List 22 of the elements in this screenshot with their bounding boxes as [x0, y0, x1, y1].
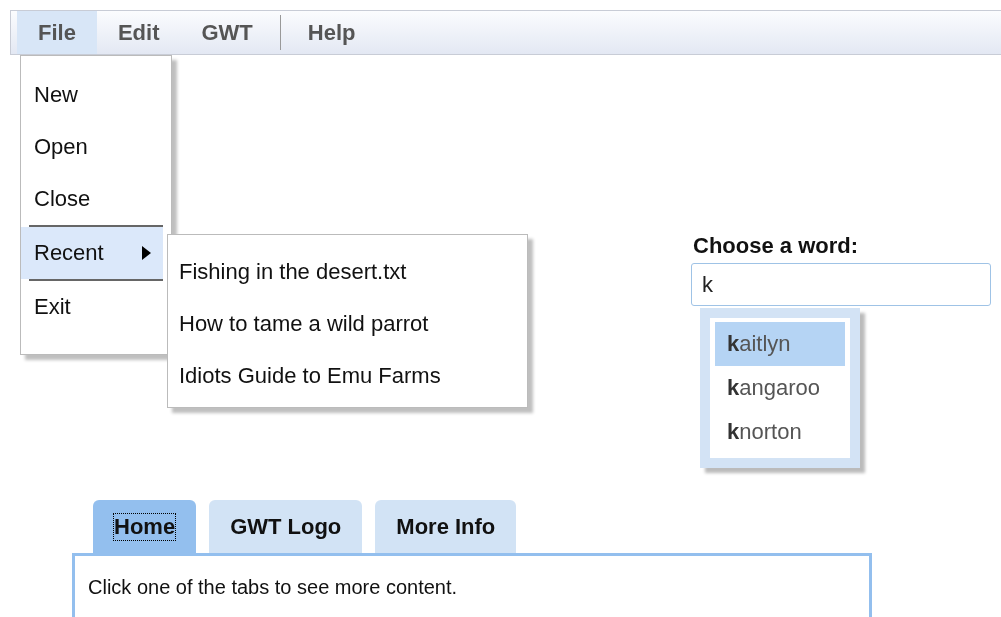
- suggestion-item[interactable]: kaitlyn: [715, 322, 845, 366]
- suggestion-item[interactable]: kangaroo: [715, 366, 845, 410]
- menu-item[interactable]: File: [17, 11, 97, 54]
- field-label: Choose a word:: [693, 233, 859, 259]
- caret-icon: [142, 246, 151, 260]
- menu-item[interactable]: Exit: [21, 281, 163, 333]
- input-field[interactable]: k: [691, 263, 991, 306]
- menu-item[interactable]: How to tame a wild parrot: [168, 298, 527, 350]
- suggestion-item[interactable]: knorton: [715, 410, 845, 454]
- menu-item[interactable]: Help: [286, 11, 377, 54]
- panel-text: Click one of the tabs to see more content.: [88, 576, 458, 598]
- menu-item[interactable]: Idiots Guide to Emu Farms: [168, 350, 527, 402]
- menu-item[interactable]: Edit: [96, 11, 181, 54]
- menu-item[interactable]: Open: [21, 121, 163, 173]
- tab[interactable]: More Info: [375, 500, 517, 553]
- menu-item[interactable]: Recent: [21, 227, 163, 279]
- menu-item[interactable]: GWT: [180, 11, 274, 54]
- tab[interactable]: GWT Logo: [209, 500, 363, 553]
- tab[interactable]: Home: [93, 500, 197, 553]
- menu-item[interactable]: Close: [21, 173, 163, 225]
- menu-item[interactable]: New: [21, 69, 163, 121]
- menu-item[interactable]: Fishing in the desert.txt: [168, 246, 527, 298]
